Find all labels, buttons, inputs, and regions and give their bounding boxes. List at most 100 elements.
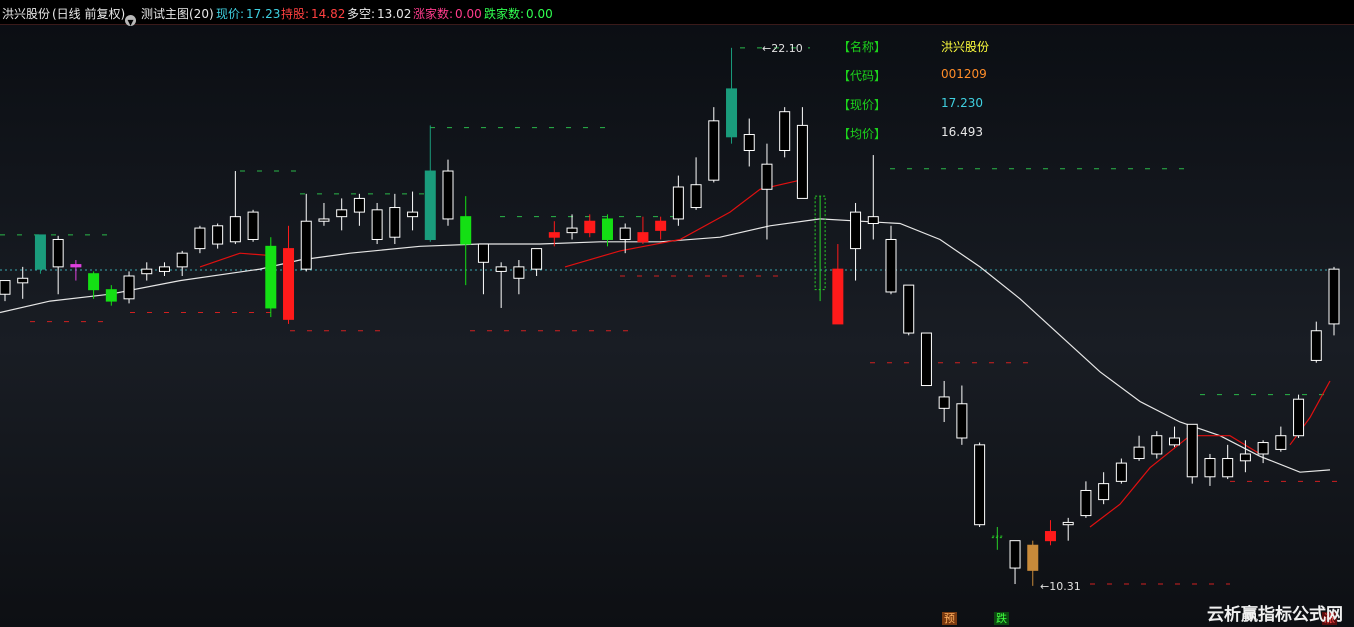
candle-body: [1080, 489, 1092, 517]
candle-body: [477, 243, 489, 263]
die-marker: 跌: [994, 612, 1009, 625]
candle-body: [141, 268, 153, 275]
candle-body: [850, 211, 862, 250]
current-price-value: 17.23: [246, 7, 281, 21]
candle-body: [1044, 531, 1056, 542]
current-price-label: 现价:: [216, 7, 245, 21]
watermark: 云析赢指标公式网: [1207, 605, 1343, 625]
candle-body: [353, 197, 365, 213]
top-info-bar: 洪兴股份 (日线 前复权) ▾ 测试主图(20) 现价: 17.23 持股: 1…: [0, 0, 1354, 29]
candlestick-chart[interactable]: ←22.10 ←10.31: [0, 0, 1354, 627]
candle-body: [460, 216, 472, 245]
candle-body: [1275, 435, 1287, 450]
period-label: (日线 前复权): [52, 7, 126, 21]
candle-body: [690, 184, 702, 209]
candle-body: [637, 232, 649, 243]
long-short-value: 13.02: [377, 7, 412, 21]
candle-body: [867, 216, 879, 225]
candle-body: [1169, 437, 1181, 446]
candle-body: [619, 227, 631, 240]
candle-body: [371, 209, 383, 240]
info-name-label: 【名称】: [838, 40, 887, 54]
candle-body: [531, 248, 543, 270]
candle-body: [761, 163, 773, 190]
candle-body: [1310, 330, 1322, 361]
candle-body: [336, 209, 348, 218]
candle-body: [300, 220, 312, 270]
candle-body: [158, 266, 170, 272]
candle-body: [743, 134, 755, 151]
candle-body: [495, 266, 507, 272]
holding-label: 持股:: [281, 7, 310, 21]
candle-body: [885, 238, 897, 293]
candle-body: [247, 211, 259, 240]
candle-body: [407, 211, 419, 218]
info-price-value: 17.230: [941, 96, 983, 110]
candle-body: [1062, 521, 1074, 526]
candle-body: [796, 124, 808, 199]
candle-body: [424, 170, 436, 240]
info-avg-label: 【均价】: [838, 127, 887, 141]
candle-body: [442, 170, 454, 220]
candle-body: [1293, 398, 1305, 437]
candle-body: [1186, 423, 1198, 478]
info-code-value: 001209: [941, 67, 987, 81]
stock-name: 洪兴股份: [2, 7, 51, 21]
candle-body: [1257, 442, 1269, 455]
info-avg-value: 16.493: [941, 125, 983, 139]
low-price-label: ←10.31: [1040, 580, 1081, 593]
candle-body: [956, 403, 968, 439]
candle-body: [17, 277, 29, 284]
candle-body: [0, 280, 11, 295]
candle-body: [1027, 544, 1039, 571]
decliners-value: 0.00: [526, 7, 553, 21]
advancers-value: 0.00: [455, 7, 482, 21]
candle-body: [105, 289, 117, 302]
decliners-label: 跌家数:: [484, 7, 525, 21]
yu-marker: 预: [942, 612, 957, 625]
candle-body: [708, 120, 720, 181]
candle-body: [70, 264, 82, 268]
candle-body: [123, 275, 135, 300]
candle-body: [1239, 453, 1251, 462]
candle-body: [726, 88, 738, 138]
candle-body: [672, 186, 684, 220]
candle-body: [566, 227, 578, 234]
candle-body: [176, 252, 188, 268]
candle-body: [832, 268, 844, 325]
candle-body: [88, 273, 100, 291]
candle-body: [938, 396, 950, 409]
info-name-value: 洪兴股份: [941, 40, 990, 54]
candle-body: [513, 266, 525, 279]
candle-body: [212, 225, 224, 245]
candle-body: [779, 111, 791, 151]
candle-body: [34, 234, 46, 270]
candle-body: [548, 232, 560, 238]
candle-body: [1133, 446, 1145, 460]
candle-body: [389, 207, 401, 238]
candle-body: [1151, 435, 1163, 455]
candle-body: [920, 332, 932, 387]
candle-body: [1115, 462, 1127, 482]
candle-body: [318, 218, 330, 222]
candle-body: [903, 284, 915, 334]
long-short-label: 多空:: [347, 7, 376, 21]
candle-body: [1222, 458, 1234, 478]
candle-body: [194, 227, 206, 250]
info-code-label: 【代码】: [838, 69, 887, 83]
signal-line: [199, 252, 271, 268]
indicator-name[interactable]: 测试主图(20): [141, 7, 214, 21]
candle-body: [1328, 268, 1340, 325]
candle-body: [584, 220, 596, 234]
holding-value: 14.82: [311, 7, 346, 21]
candle-body: [229, 216, 241, 243]
candle-body: [974, 444, 986, 526]
moving-average-line: [0, 218, 1331, 473]
candle-body: [601, 218, 613, 240]
info-price-label: 【现价】: [838, 98, 887, 112]
high-price-label: ←22.10: [762, 42, 803, 55]
candle-body: [52, 238, 64, 268]
candle-body: [265, 245, 277, 309]
chart-stage: ←22.10 ←10.31 洪兴股份 (日线 前复权) ▾ 测试主图(20) 现价…: [0, 0, 1354, 627]
candle-body: [1009, 540, 1021, 569]
